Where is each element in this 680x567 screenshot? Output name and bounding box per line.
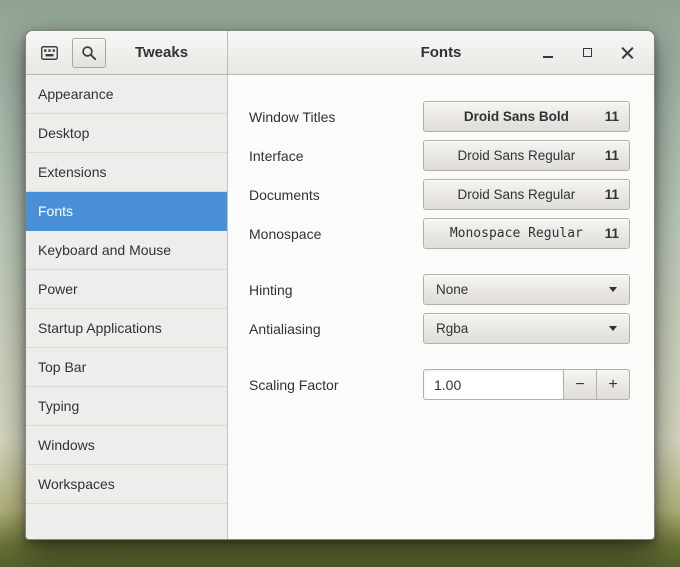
tweaks-app-icon[interactable] bbox=[34, 38, 64, 68]
page-title: Fonts bbox=[421, 44, 462, 61]
sidebar-item-typing[interactable]: Typing bbox=[26, 387, 227, 426]
monospace-font-button[interactable]: Monospace Regular 11 bbox=[423, 218, 630, 249]
close-button[interactable] bbox=[615, 40, 640, 65]
sidebar-item-top-bar[interactable]: Top Bar bbox=[26, 348, 227, 387]
window-maximize-icon bbox=[583, 48, 592, 57]
documents-row: Documents Droid Sans Regular 11 bbox=[249, 179, 630, 210]
hinting-dropdown[interactable]: None bbox=[423, 274, 630, 305]
section-gap bbox=[249, 257, 630, 274]
sidebar-item-keyboard-and-mouse[interactable]: Keyboard and Mouse bbox=[26, 231, 227, 270]
font-size: 11 bbox=[605, 226, 619, 241]
scaling-factor-label: Scaling Factor bbox=[249, 377, 338, 393]
font-size: 11 bbox=[605, 187, 619, 202]
window-minimize-icon bbox=[543, 56, 553, 58]
scaling-factor-row: Scaling Factor 1.00 − + bbox=[249, 369, 630, 400]
app-grid-glyph bbox=[41, 46, 58, 60]
hinting-row: Hinting None bbox=[249, 274, 630, 305]
interface-label: Interface bbox=[249, 148, 303, 164]
font-name: Droid Sans Regular bbox=[434, 187, 599, 202]
sidebar: Appearance Desktop Extensions Fonts Keyb… bbox=[26, 75, 228, 539]
section-gap bbox=[249, 352, 630, 369]
sidebar-item-label: Keyboard and Mouse bbox=[38, 242, 171, 258]
chevron-down-icon bbox=[609, 326, 617, 331]
headerbar-left: Tweaks bbox=[26, 31, 228, 74]
monospace-row: Monospace Monospace Regular 11 bbox=[249, 218, 630, 249]
search-icon bbox=[81, 45, 97, 61]
window-close-icon bbox=[621, 46, 634, 59]
sidebar-item-windows[interactable]: Windows bbox=[26, 426, 227, 465]
headerbar-right: Fonts bbox=[228, 31, 654, 74]
scaling-factor-input[interactable]: 1.00 bbox=[423, 369, 564, 400]
sidebar-item-power[interactable]: Power bbox=[26, 270, 227, 309]
sidebar-item-appearance[interactable]: Appearance bbox=[26, 75, 227, 114]
sidebar-item-label: Appearance bbox=[38, 86, 114, 102]
window-controls bbox=[535, 31, 640, 74]
sidebar-item-label: Startup Applications bbox=[38, 320, 162, 336]
window-titles-label: Window Titles bbox=[249, 109, 335, 125]
font-size: 11 bbox=[605, 148, 619, 163]
sidebar-item-label: Power bbox=[38, 281, 78, 297]
interface-font-button[interactable]: Droid Sans Regular 11 bbox=[423, 140, 630, 171]
window-title-left: Tweaks bbox=[114, 44, 219, 61]
sidebar-item-extensions[interactable]: Extensions bbox=[26, 153, 227, 192]
window-titles-row: Window Titles Droid Sans Bold 11 bbox=[249, 101, 630, 132]
sidebar-item-desktop[interactable]: Desktop bbox=[26, 114, 227, 153]
interface-row: Interface Droid Sans Regular 11 bbox=[249, 140, 630, 171]
font-name: Monospace Regular bbox=[434, 226, 599, 241]
documents-font-button[interactable]: Droid Sans Regular 11 bbox=[423, 179, 630, 210]
sidebar-item-label: Fonts bbox=[38, 203, 73, 219]
sidebar-item-workspaces[interactable]: Workspaces bbox=[26, 465, 227, 504]
sidebar-item-label: Windows bbox=[38, 437, 95, 453]
window-body: Appearance Desktop Extensions Fonts Keyb… bbox=[26, 75, 654, 539]
documents-label: Documents bbox=[249, 187, 320, 203]
fonts-panel: Window Titles Droid Sans Bold 11 Interfa… bbox=[228, 75, 654, 539]
window-titles-font-button[interactable]: Droid Sans Bold 11 bbox=[423, 101, 630, 132]
scaling-factor-spinbox: 1.00 − + bbox=[423, 369, 630, 400]
antialiasing-dropdown[interactable]: Rgba bbox=[423, 313, 630, 344]
hinting-value: None bbox=[436, 282, 468, 297]
antialiasing-label: Antialiasing bbox=[249, 321, 321, 337]
headerbar: Tweaks Fonts bbox=[26, 31, 654, 75]
decrement-button[interactable]: − bbox=[564, 369, 597, 400]
sidebar-item-startup-applications[interactable]: Startup Applications bbox=[26, 309, 227, 348]
minimize-button[interactable] bbox=[535, 40, 560, 65]
monospace-label: Monospace bbox=[249, 226, 321, 242]
sidebar-item-label: Typing bbox=[38, 398, 79, 414]
chevron-down-icon bbox=[609, 287, 617, 292]
antialiasing-value: Rgba bbox=[436, 321, 468, 336]
sidebar-item-label: Desktop bbox=[38, 125, 89, 141]
sidebar-item-label: Top Bar bbox=[38, 359, 86, 375]
font-size: 11 bbox=[605, 109, 619, 124]
antialiasing-row: Antialiasing Rgba bbox=[249, 313, 630, 344]
maximize-button[interactable] bbox=[575, 40, 600, 65]
increment-button[interactable]: + bbox=[597, 369, 630, 400]
sidebar-item-fonts[interactable]: Fonts bbox=[26, 192, 227, 231]
desktop: { "header": { "left_title": "Tweaks", "r… bbox=[0, 0, 680, 567]
search-button[interactable] bbox=[72, 38, 106, 68]
sidebar-item-label: Extensions bbox=[38, 164, 106, 180]
hinting-label: Hinting bbox=[249, 282, 293, 298]
font-name: Droid Sans Regular bbox=[434, 148, 599, 163]
sidebar-item-label: Workspaces bbox=[38, 476, 115, 492]
font-name: Droid Sans Bold bbox=[434, 109, 599, 124]
tweaks-window: Tweaks Fonts Appearance bbox=[25, 30, 655, 540]
